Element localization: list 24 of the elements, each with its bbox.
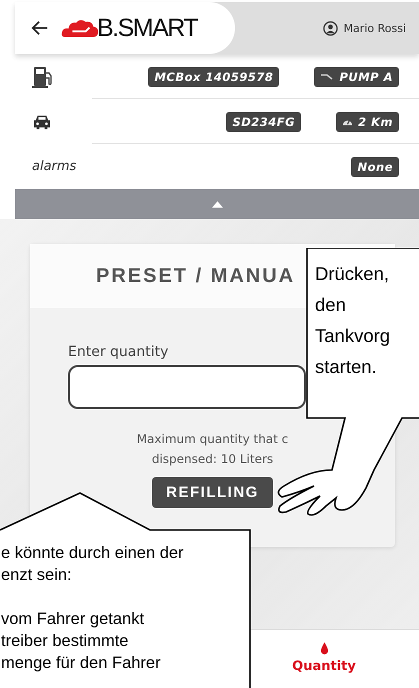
collapse-up-icon [212,200,222,208]
info-badge: SD234FG [226,112,302,132]
callout-text: e könnte durch einen der enzt sein: vom Fahrer getankt treiber bestimmte menge für den Fahrer [1,543,184,674]
info-badge: MCBox 14059578 [148,66,280,86]
quantity-input-field[interactable] [68,365,306,409]
drop-icon [320,642,328,655]
info-badge: 2 Km [336,112,399,132]
fuel-pump-icon [32,64,54,88]
callout-text: Drücken, den Tankvorg starten. [315,262,390,379]
user-icon [322,20,338,36]
refilling-button[interactable]: REFILLING [152,477,273,508]
alarms-label: alarms [32,159,76,174]
back-arrow-icon[interactable] [31,19,49,37]
maximum-quantity-note: Maximum quantity that c dispensed: 10 Liters [136,431,288,468]
info-badge: PUMP A [314,66,399,86]
user-name[interactable]: Mario Rossi [344,22,406,34]
quantity-tab[interactable]: Quantity [229,630,419,686]
car-icon [32,114,52,130]
nozzle-icon [320,72,334,80]
logo-icon [61,18,99,38]
logo-text: B.SMART [97,14,198,42]
info-badge: None [351,156,399,176]
field-label: Enter quantity [68,344,168,360]
card-title: PRESET / MANUA [96,264,296,288]
